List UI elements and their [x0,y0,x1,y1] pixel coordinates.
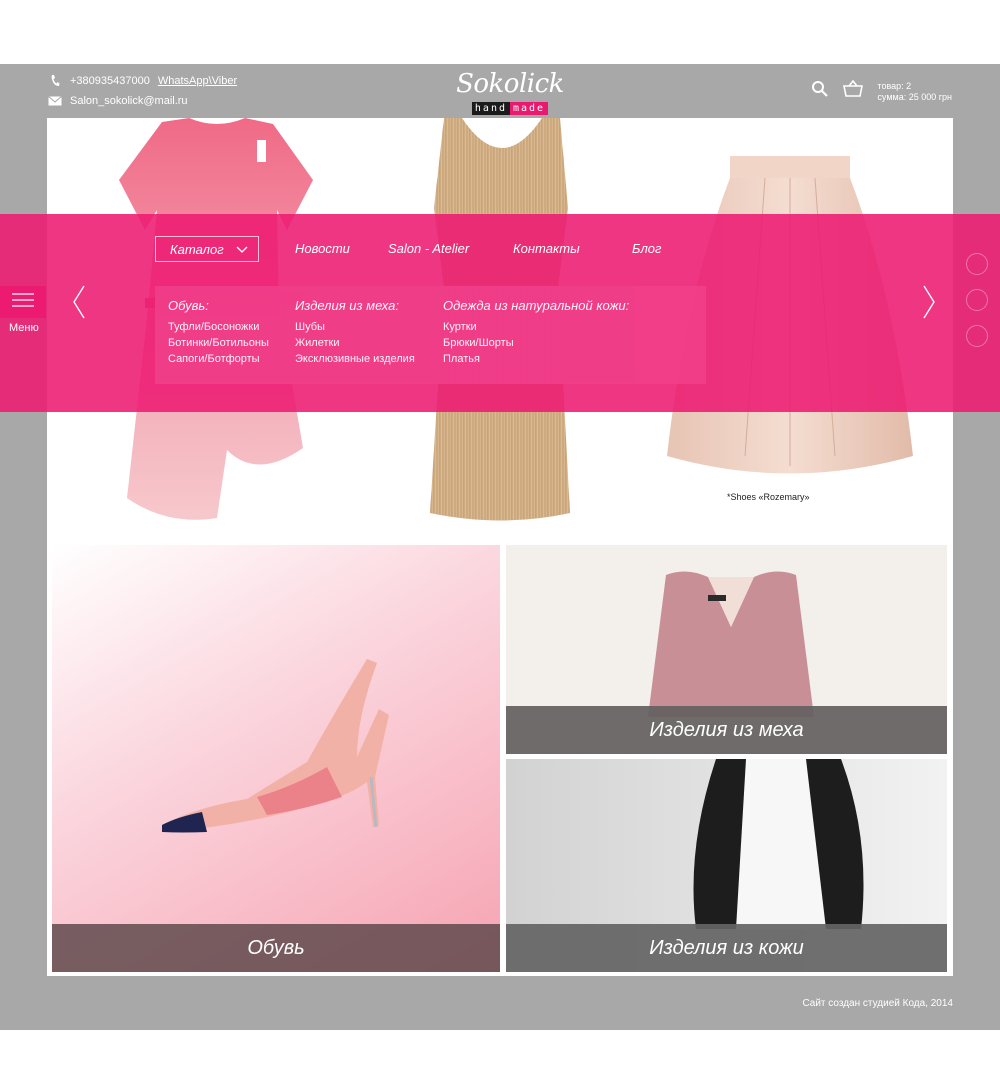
header: +380935437000 WhatsApp\Viber Salon_sokol… [0,64,1000,118]
side-menu-button[interactable] [0,286,46,318]
submenu-item[interactable]: Эксклюзивные изделия [295,351,415,367]
cart-sum: сумма: 25 000 грн [877,91,952,102]
shoes-tile[interactable]: Обувь [52,545,500,972]
cart-summary[interactable]: товар: 2 сумма: 25 000 грн [877,81,952,103]
messengers-link[interactable]: WhatsApp\Viber [158,75,237,87]
submenu-heading[interactable]: Изделия из меха: [295,298,415,313]
submenu-column-leather: Одежда из натуральной кожи: Куртки Брюки… [443,298,629,367]
logo[interactable]: Sokolick hand made [452,70,568,116]
submenu-item[interactable]: Жилетки [295,335,415,351]
submenu-item[interactable]: Платья [443,351,629,367]
side-menu-label[interactable]: Меню [9,322,39,334]
email-contact: Salon_sokolick@mail.ru [48,95,188,107]
slider-next-arrow-icon[interactable] [922,285,936,324]
logo-script: Sokolick [456,69,564,99]
phone-icon [48,74,62,88]
search-icon[interactable] [811,80,829,103]
chevron-down-icon [236,242,248,257]
logo-handmade: hand made [471,102,549,115]
shoes-note: *Shoes «Rozemary» [727,492,810,502]
instagram-icon[interactable] [966,289,988,311]
nav-salon-atelier[interactable]: Salon - Atelier [388,241,469,256]
hamburger-icon [12,292,34,312]
basket-icon[interactable] [843,79,864,103]
phone-contact: +380935437000 WhatsApp\Viber [48,74,237,88]
header-tools: товар: 2 сумма: 25 000 грн [811,79,952,103]
submenu-item[interactable]: Ботинки/Ботильоны [168,335,269,351]
submenu-column-shoes: Обувь: Туфли/Босоножки Ботинки/Ботильоны… [168,298,269,367]
vk-icon[interactable] [966,253,988,275]
email-address[interactable]: Salon_sokolick@mail.ru [70,95,188,107]
slider-prev-arrow-icon[interactable] [72,285,86,324]
leather-tile[interactable]: Изделия из кожи [506,759,947,972]
submenu-heading[interactable]: Обувь: [168,298,269,313]
mail-icon [48,96,62,106]
leather-jacket-image [693,759,864,929]
shoe-image [162,659,389,833]
main-nav: Каталог Новости Salon - Atelier Контакты… [155,236,755,266]
submenu-column-fur: Изделия из меха: Шубы Жилетки Эксклюзивн… [295,298,415,367]
catalog-submenu: Обувь: Туфли/Босоножки Ботинки/Ботильоны… [155,286,706,384]
submenu-item[interactable]: Сапоги/Ботфорты [168,351,269,367]
footer-credit[interactable]: Сайт создан студией Кода, 2014 [802,998,953,1009]
submenu-item[interactable]: Брюки/Шорты [443,335,629,351]
fur-vest-image [648,571,814,717]
fur-tile[interactable]: Изделия из меха [506,545,947,754]
submenu-item[interactable]: Шубы [295,319,415,335]
submenu-item[interactable]: Туфли/Босоножки [168,319,269,335]
nav-contacts[interactable]: Контакты [513,241,580,256]
submenu-item[interactable]: Куртки [443,319,629,335]
shoes-tile-label: Обувь [52,924,500,972]
cart-count: товар: 2 [877,80,912,91]
submenu-heading[interactable]: Одежда из натуральной кожи: [443,298,629,313]
fur-tile-label: Изделия из меха [506,706,947,754]
leather-tile-label: Изделия из кожи [506,924,947,972]
nav-blog[interactable]: Блог [632,241,661,256]
catalog-dropdown[interactable]: Каталог [155,236,259,262]
phone-number[interactable]: +380935437000 [70,75,150,87]
skype-icon[interactable] [966,325,988,347]
nav-news[interactable]: Новости [295,241,350,256]
catalog-label: Каталог [170,241,224,257]
